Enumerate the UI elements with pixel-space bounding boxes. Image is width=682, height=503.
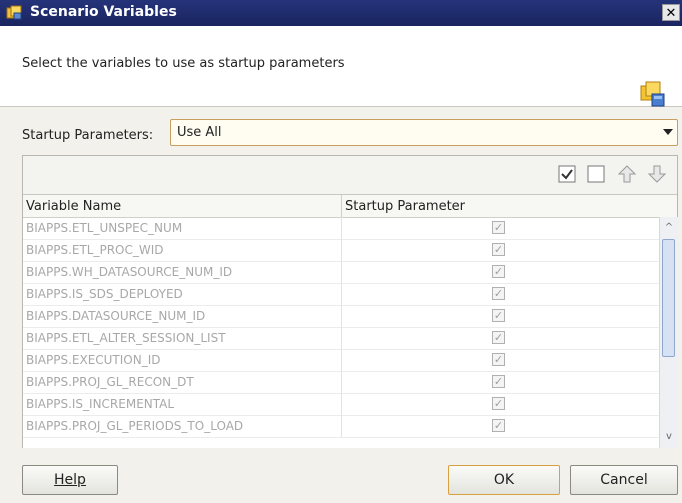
cancel-button-label: Cancel — [600, 472, 648, 488]
startup-parameter-checkbox[interactable]: ✓ — [492, 265, 505, 278]
table-header: Variable Name Startup Parameter — [23, 195, 677, 218]
startup-parameters-value: Use All — [177, 125, 222, 140]
startup-parameters-select[interactable]: Use All — [170, 119, 678, 146]
startup-parameter-checkbox[interactable]: ✓ — [492, 419, 505, 432]
startup-parameter-checkbox[interactable]: ✓ — [492, 309, 505, 322]
scroll-down-icon[interactable]: v — [664, 432, 674, 442]
column-separator — [341, 195, 342, 217]
scroll-up-icon[interactable]: ^ — [664, 223, 674, 233]
help-button[interactable]: Help — [22, 465, 118, 495]
variable-name: BIAPPS.IS_INCREMENTAL — [26, 397, 175, 411]
select-all-icon[interactable] — [557, 164, 577, 184]
variable-name: BIAPPS.DATASOURCE_NUM_ID — [26, 309, 206, 323]
startup-parameter-checkbox[interactable]: ✓ — [492, 331, 505, 344]
startup-parameter-cell: ✓ — [341, 393, 659, 415]
table-row[interactable]: BIAPPS.PROJ_GL_PERIODS_TO_LOAD ✓ — [23, 415, 659, 438]
variable-name: BIAPPS.EXECUTION_ID — [26, 353, 161, 367]
table-row[interactable]: BIAPPS.IS_INCREMENTAL ✓ — [23, 393, 659, 416]
startup-parameter-cell: ✓ — [341, 327, 659, 349]
ok-button-label: OK — [493, 472, 515, 488]
dialog-description: Select the variables to use as startup p… — [22, 56, 345, 71]
vertical-scrollbar[interactable]: ^ v — [659, 217, 678, 448]
ok-button[interactable]: OK — [448, 465, 560, 495]
table-row[interactable]: BIAPPS.ETL_UNSPEC_NUM ✓ — [23, 217, 659, 240]
startup-parameters-label: Startup Parameters: — [22, 128, 154, 143]
variable-name: BIAPPS.ETL_UNSPEC_NUM — [26, 221, 183, 235]
table-row[interactable]: BIAPPS.EXECUTION_ID ✓ — [23, 349, 659, 372]
table-row[interactable]: BIAPPS.ETL_ALTER_SESSION_LIST ✓ — [23, 327, 659, 350]
startup-parameter-cell: ✓ — [341, 371, 659, 393]
startup-parameter-cell: ✓ — [341, 283, 659, 305]
variable-name: BIAPPS.PROJ_GL_PERIODS_TO_LOAD — [26, 419, 244, 433]
scrollbar-thumb[interactable] — [662, 239, 675, 357]
startup-parameter-checkbox[interactable]: ✓ — [492, 287, 505, 300]
startup-parameter-cell: ✓ — [341, 349, 659, 371]
cancel-button[interactable]: Cancel — [570, 465, 678, 495]
startup-parameter-checkbox[interactable]: ✓ — [492, 375, 505, 388]
startup-parameter-cell: ✓ — [341, 217, 659, 239]
startup-parameter-cell: ✓ — [341, 415, 659, 437]
table-body: BIAPPS.ETL_UNSPEC_NUM ✓ BIAPPS.ETL_PROC_… — [23, 217, 659, 448]
startup-parameter-checkbox[interactable]: ✓ — [492, 221, 505, 234]
table-row[interactable]: BIAPPS.DATASOURCE_NUM_ID ✓ — [23, 305, 659, 328]
deselect-all-icon[interactable] — [586, 164, 606, 184]
table-row[interactable]: BIAPPS.WH_DATASOURCE_NUM_ID ✓ — [23, 261, 659, 284]
table-row[interactable]: BIAPPS.ETL_PROC_WID ✓ — [23, 239, 659, 262]
variable-name: BIAPPS.ETL_PROC_WID — [26, 243, 164, 257]
variable-name: BIAPPS.IS_SDS_DEPLOYED — [26, 287, 183, 301]
startup-parameter-cell: ✓ — [341, 261, 659, 283]
startup-parameter-checkbox[interactable]: ✓ — [492, 353, 505, 366]
move-up-icon[interactable] — [617, 164, 637, 184]
startup-parameter-checkbox[interactable]: ✓ — [492, 243, 505, 256]
column-header-startup-parameter[interactable]: Startup Parameter — [345, 199, 465, 214]
variable-name: BIAPPS.ETL_ALTER_SESSION_LIST — [26, 331, 226, 345]
chevron-down-icon[interactable] — [663, 129, 673, 135]
move-down-icon[interactable] — [647, 164, 667, 184]
variables-panel: Variable Name Startup Parameter BIAPPS.E… — [22, 155, 678, 448]
help-button-label: Help — [54, 472, 86, 488]
table-row[interactable]: BIAPPS.PROJ_GL_RECON_DT ✓ — [23, 371, 659, 394]
startup-parameter-checkbox[interactable]: ✓ — [492, 397, 505, 410]
column-header-variable-name[interactable]: Variable Name — [26, 199, 121, 214]
table-row[interactable]: BIAPPS.IS_SDS_DEPLOYED ✓ — [23, 283, 659, 306]
variables-table: Variable Name Startup Parameter BIAPPS.E… — [23, 194, 678, 448]
app-icon — [6, 5, 22, 20]
startup-parameter-cell: ✓ — [341, 305, 659, 327]
window-title: Scenario Variables — [30, 4, 177, 20]
header-panel: Select the variables to use as startup p… — [0, 26, 682, 107]
variables-icon — [640, 81, 665, 107]
startup-parameter-cell: ✓ — [341, 239, 659, 261]
variable-name: BIAPPS.PROJ_GL_RECON_DT — [26, 375, 194, 389]
title-bar: Scenario Variables ✕ — [0, 0, 682, 26]
close-icon[interactable]: ✕ — [662, 4, 680, 21]
variable-name: BIAPPS.WH_DATASOURCE_NUM_ID — [26, 265, 233, 279]
table-toolbar — [23, 156, 677, 194]
